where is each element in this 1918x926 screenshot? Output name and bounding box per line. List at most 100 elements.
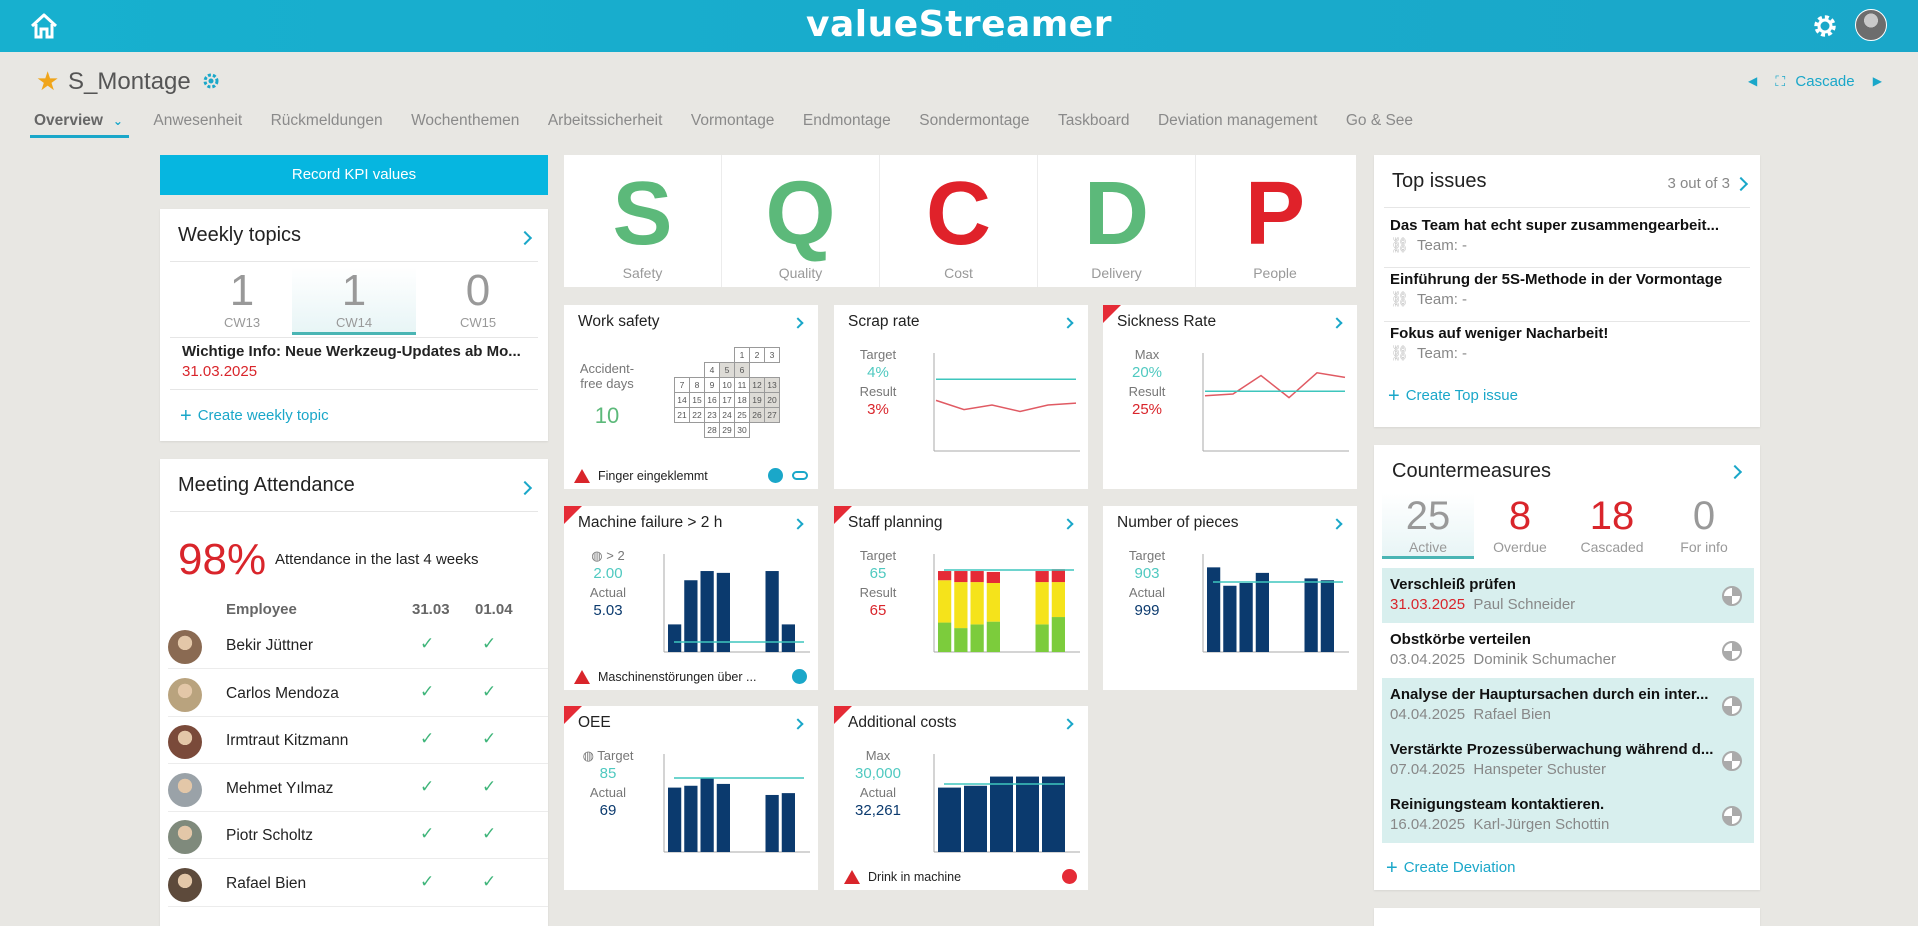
kpi-scrap-rate[interactable]: Scrap rate Target 4% Result 3% (834, 305, 1088, 489)
kpi-open-icon[interactable] (792, 718, 804, 730)
kpi-footer[interactable]: Finger eingeklemmt (574, 469, 708, 483)
tab-vormontage[interactable]: Vormontage (687, 110, 779, 135)
tab-overview[interactable]: Overview ⌄ (30, 110, 129, 138)
tab-go-and-see[interactable]: Go & See (1342, 110, 1417, 135)
tab-deviation-management[interactable]: Deviation management (1154, 110, 1321, 135)
sqcdp-people[interactable]: P People (1196, 155, 1354, 287)
week-cw15[interactable]: 0 CW15 (416, 267, 540, 335)
cascade-nav[interactable]: ◀ ⛶ Cascade ▶ (1748, 72, 1882, 90)
tab-anwesenheit[interactable]: Anwesenheit (149, 110, 246, 135)
kpi-oee[interactable]: OEE ◍ Target 85 Actual 69 (564, 706, 818, 890)
week-cw13[interactable]: 1 CW13 (180, 267, 304, 335)
kpi-additional-costs[interactable]: Additional costs Max 30,000 Actual 32,26… (834, 706, 1088, 890)
create-top-issue-link[interactable]: + Create Top issue (1388, 385, 1518, 408)
calendar-day: 24 (719, 407, 735, 423)
kpi-open-icon[interactable] (1331, 317, 1343, 329)
user-avatar[interactable] (1855, 9, 1887, 41)
calendar-day: 28 (704, 422, 720, 438)
cm-stat-overdue[interactable]: 8 Overdue (1474, 493, 1566, 559)
cm-person: Karl-Jürgen Schottin (1473, 816, 1610, 833)
cm-stat-for-info[interactable]: 0 For info (1658, 493, 1750, 559)
tab-rueckmeldungen[interactable]: Rückmeldungen (267, 110, 387, 135)
max-value: 30,000 (855, 765, 901, 782)
kpi-footer[interactable]: Drink in machine (844, 870, 961, 884)
cascade-label[interactable]: Cascade (1795, 73, 1854, 90)
tab-taskboard[interactable]: Taskboard (1054, 110, 1134, 135)
calendar-day (690, 363, 705, 378)
calendar-day (675, 423, 690, 438)
kpi-machine-failure[interactable]: Machine failure > 2 h ◍ > 2 2.00 Actual … (564, 506, 818, 690)
create-weekly-topic-link[interactable]: + Create weekly topic (180, 405, 329, 428)
calendar-day: 3 (764, 347, 780, 363)
tab-endmontage[interactable]: Endmontage (799, 110, 895, 135)
top-issues-open-icon[interactable] (1733, 176, 1749, 192)
calendar-day: 23 (704, 407, 720, 423)
countermeasure-item[interactable]: Reinigungsteam kontaktieren. 16.04.2025 K… (1382, 788, 1754, 843)
bar (1042, 776, 1065, 852)
page-settings-icon[interactable] (202, 72, 220, 90)
app-logo: valueStreamer (806, 4, 1112, 45)
countermeasure-item[interactable]: Obstkörbe verteilen 03.04.2025 Dominik Sc… (1382, 623, 1754, 678)
week-cw14[interactable]: 1 CW14 (292, 267, 416, 335)
tab-sondermontage[interactable]: Sondermontage (915, 110, 1033, 135)
tab-wochenthemen[interactable]: Wochenthemen (407, 110, 523, 135)
top-issue-item[interactable]: Das Team hat echt super zusammengearbeit… (1390, 217, 1750, 254)
sqcdp-safety[interactable]: S Safety (564, 155, 722, 287)
cm-stat-active[interactable]: 25 Active (1382, 493, 1474, 559)
chevron-right-icon[interactable]: ▶ (1873, 74, 1882, 88)
bar (964, 785, 987, 852)
kpi-footer[interactable]: Maschinenstörungen über ... (574, 670, 756, 684)
employee-name: Rafael Bien (226, 874, 307, 892)
weekly-topics-open-icon[interactable] (517, 230, 533, 246)
globe-icon[interactable] (792, 669, 807, 684)
link-icon[interactable] (792, 471, 808, 480)
cm-date: 31.03.2025 (1390, 596, 1466, 613)
kpi-open-icon[interactable] (1331, 518, 1343, 530)
weekly-topics-title: Weekly topics (178, 224, 302, 246)
pieces-chart (1202, 554, 1349, 653)
countermeasure-item[interactable]: Verschleiß prüfen 31.03.2025 Paul Schneid… (1382, 568, 1754, 623)
kpi-work-safety[interactable]: Work safety Accident- free days 10 12345… (564, 305, 818, 489)
actual-label: Actual (859, 785, 897, 800)
kpi-open-icon[interactable] (1062, 518, 1074, 530)
kpi-title: Work safety (578, 313, 660, 330)
stat-label: Overdue (1493, 539, 1547, 555)
kpi-open-icon[interactable] (792, 317, 804, 329)
record-kpi-button[interactable]: Record KPI values (160, 155, 548, 195)
create-deviation-link[interactable]: + Create Deviation (1386, 857, 1515, 880)
attendance-open-icon[interactable] (517, 480, 533, 496)
countermeasures-open-icon[interactable] (1727, 464, 1743, 480)
cm-stat-cascaded[interactable]: 18 Cascaded (1566, 493, 1658, 559)
kpi-open-icon[interactable] (1062, 317, 1074, 329)
tab-arbeitssicherheit[interactable]: Arbeitssicherheit (544, 110, 667, 135)
sqcdp-letter: C (926, 164, 991, 264)
sqcdp-quality[interactable]: Q Quality (722, 155, 880, 287)
kpi-open-icon[interactable] (1062, 718, 1074, 730)
kpi-sickness-rate[interactable]: Sickness Rate Max 20% Result 25% (1103, 305, 1357, 489)
additional-costs-chart (933, 754, 1080, 853)
stack-segment (938, 571, 952, 581)
actual-value: 32,261 (855, 802, 901, 819)
chevron-left-icon[interactable]: ◀ (1748, 74, 1757, 88)
kpi-staff-planning[interactable]: Staff planning Target 65 Result 65 (834, 506, 1088, 690)
favorite-star-icon[interactable]: ★ (36, 68, 59, 94)
cm-person: Hanspeter Schuster (1473, 761, 1606, 778)
kpi-open-icon[interactable] (792, 518, 804, 530)
top-issues-count: 3 out of 3 (1667, 175, 1730, 192)
settings-gear-icon[interactable] (1810, 11, 1840, 41)
sqcdp-cost[interactable]: C Cost (880, 155, 1038, 287)
calendar-day: 22 (689, 407, 705, 423)
cm-title: Analyse der Hauptursachen durch ein inte… (1390, 686, 1709, 703)
weekly-topic-title[interactable]: Wichtige Info: Neue Werkzeug-Updates ab … (182, 343, 521, 360)
globe-icon[interactable] (768, 468, 783, 483)
kpi-number-of-pieces[interactable]: Number of pieces Target 903 Actual 999 (1103, 506, 1357, 690)
top-issue-item[interactable]: Einführung der 5S-Methode in der Vormont… (1390, 271, 1750, 308)
calendar-day: 16 (704, 392, 720, 408)
top-issue-item[interactable]: Fokus auf weniger Nacharbeit! ⛓ Team: - (1390, 325, 1750, 362)
countermeasure-item[interactable]: Analyse der Hauptursachen durch ein inte… (1382, 678, 1754, 733)
alert-globe-icon[interactable] (1062, 869, 1077, 884)
calendar-day: 29 (719, 422, 735, 438)
countermeasure-item[interactable]: Verstärkte Prozessüberwachung während d.… (1382, 733, 1754, 788)
staff-planning-chart (933, 554, 1080, 653)
sqcdp-delivery[interactable]: D Delivery (1038, 155, 1196, 287)
